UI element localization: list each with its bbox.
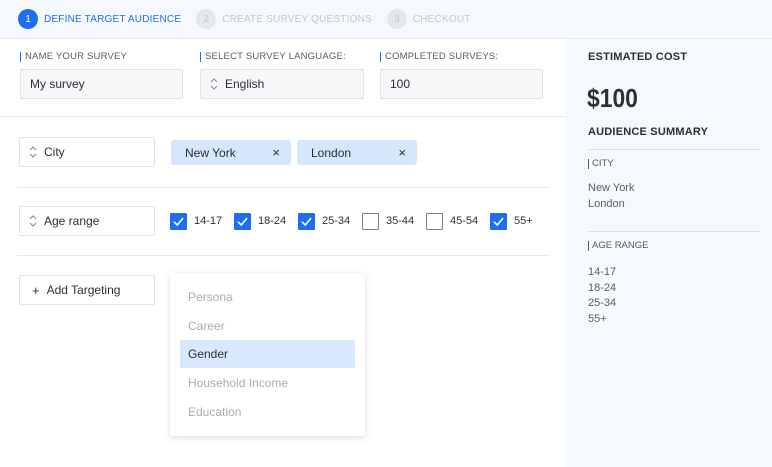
step-label: DEFINE TARGET AUDIENCE [44, 13, 182, 25]
age-checkbox-label: 18-24 [258, 215, 287, 227]
completed-surveys-input[interactable]: 100 [380, 69, 543, 99]
city-targeting-label: City [44, 145, 65, 159]
age-checkbox-14-17[interactable] [170, 213, 187, 230]
chevron-up-down-icon [29, 145, 37, 159]
list-item: 18-24 [588, 281, 617, 294]
estimated-cost-value: $100 [587, 83, 638, 113]
list-item: 55+ [588, 312, 607, 325]
summary-age-range-label: AGE RANGE [588, 241, 649, 251]
age-checkbox-18-24[interactable] [234, 213, 251, 230]
age-checkbox-35-44[interactable] [362, 213, 379, 230]
survey-language-label: SELECT SURVEY LANGUAGE: [200, 52, 346, 62]
add-targeting-button[interactable]: + Add Targeting [19, 275, 155, 305]
summary-city-label: CITY [588, 159, 614, 169]
dropdown-item-household-income[interactable]: Household Income [180, 369, 355, 397]
checkmark-icon [300, 215, 313, 228]
summary-age-list: 14-17 18-24 25-34 55+ [588, 265, 616, 327]
city-tag-new-york: New York × [171, 140, 291, 165]
divider [588, 149, 760, 150]
checkmark-icon [172, 215, 185, 228]
list-item: London [588, 197, 625, 210]
close-icon[interactable]: × [398, 145, 406, 160]
step-label: CHECKOUT [412, 13, 471, 25]
dropdown-item-gender[interactable]: Gender [180, 340, 355, 368]
age-checkbox-label: 35-44 [386, 215, 415, 227]
age-checkbox-label: 45-54 [450, 215, 479, 227]
close-icon[interactable]: × [272, 145, 280, 160]
list-item: 14-17 [588, 266, 617, 278]
audience-summary-title: AUDIENCE SUMMARY [588, 126, 709, 138]
tag-label: London [311, 145, 352, 160]
age-checkbox-label: 14-17 [194, 215, 223, 227]
dropdown-item-career[interactable]: Career [180, 312, 355, 340]
survey-name-value: My survey [30, 77, 85, 91]
progress-stepper: 1 DEFINE TARGET AUDIENCE 2 CREATE SURVEY… [0, 0, 772, 39]
estimated-cost-title: ESTIMATED COST [588, 51, 688, 63]
age-checkbox-label: 25-34 [322, 215, 351, 227]
targeting-dropdown-menu: Persona Career Gender Household Income E… [170, 273, 365, 436]
checkmark-icon [492, 215, 505, 228]
survey-language-select[interactable]: English [200, 69, 364, 99]
step-checkout[interactable]: 3 CHECKOUT [386, 9, 471, 29]
step-number: 2 [196, 9, 217, 29]
chevron-up-down-icon [29, 214, 37, 228]
tag-label: New York [185, 145, 236, 160]
age-range-targeting-select[interactable]: Age range [19, 206, 155, 236]
dropdown-item-persona[interactable]: Persona [180, 283, 355, 311]
survey-name-label: NAME YOUR SURVEY [20, 52, 127, 62]
city-tag-london: London × [297, 140, 417, 165]
step-define-target-audience[interactable]: 1 DEFINE TARGET AUDIENCE [18, 9, 181, 29]
divider [17, 255, 550, 256]
list-item: 25-34 [588, 297, 617, 309]
chevron-up-down-icon [210, 77, 218, 91]
plus-icon: + [32, 282, 40, 298]
survey-name-input[interactable]: My survey [20, 69, 183, 99]
step-number: 3 [386, 9, 407, 29]
survey-language-value: English [225, 77, 265, 91]
step-number: 1 [18, 9, 38, 29]
completed-surveys-value: 100 [390, 77, 411, 91]
dropdown-item-education[interactable]: Education [180, 398, 355, 426]
age-checkbox-45-54[interactable] [426, 213, 443, 230]
divider [0, 116, 566, 117]
age-checkbox-55plus[interactable] [490, 213, 507, 230]
divider [588, 231, 760, 232]
age-checkbox-label: 55+ [514, 215, 533, 227]
completed-surveys-label: COMPLETED SURVEYS: [380, 52, 498, 62]
checkmark-icon [236, 215, 249, 228]
age-checkbox-25-34[interactable] [298, 213, 315, 230]
step-label: CREATE SURVEY QUESTIONS [222, 13, 372, 25]
step-create-survey-questions[interactable]: 2 CREATE SURVEY QUESTIONS [196, 9, 372, 29]
summary-city-list: New York London [588, 181, 634, 212]
city-targeting-select[interactable]: City [19, 137, 155, 167]
summary-panel: ESTIMATED COST $100 AUDIENCE SUMMARY CIT… [566, 39, 772, 467]
divider [17, 187, 550, 188]
add-targeting-label: Add Targeting [46, 283, 121, 297]
list-item: New York [588, 182, 635, 194]
age-range-targeting-label: Age range [44, 214, 100, 228]
